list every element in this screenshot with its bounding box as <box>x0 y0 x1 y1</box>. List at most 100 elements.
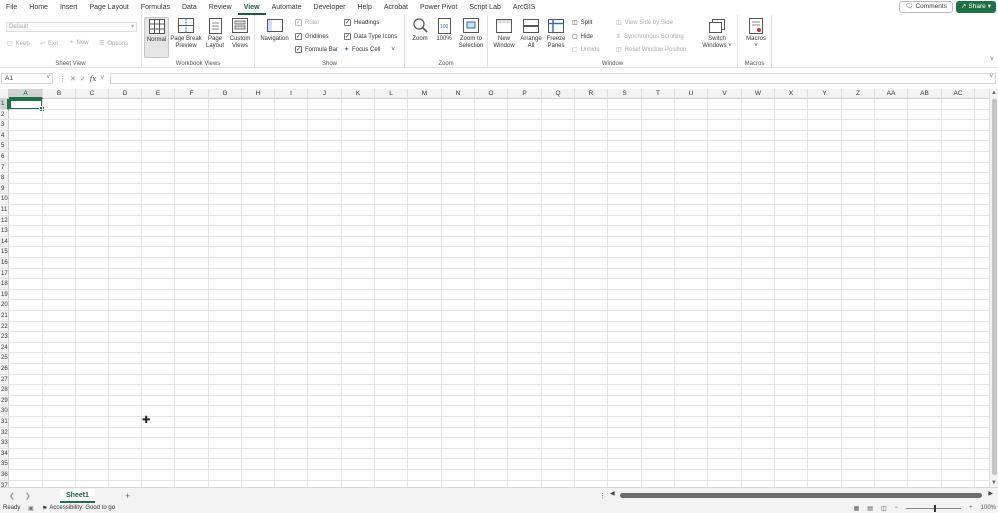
column-header-x[interactable]: X <box>775 89 808 99</box>
switch-windows-button[interactable]: Switch Windows ˅ <box>701 17 733 50</box>
cells-area[interactable] <box>9 99 989 487</box>
column-header-k[interactable]: K <box>342 89 375 99</box>
page-break-preview-button[interactable]: Page Break Preview <box>170 17 202 50</box>
row-header-18[interactable]: 18 <box>0 279 9 290</box>
column-header-a[interactable]: A <box>9 89 43 99</box>
column-header-u[interactable]: U <box>675 89 708 99</box>
menu-item-file[interactable]: File <box>0 0 23 15</box>
column-header-v[interactable]: V <box>708 89 742 99</box>
menu-item-automate[interactable]: Automate <box>266 0 308 15</box>
row-header-15[interactable]: 15 <box>0 247 9 258</box>
freeze-panes-button[interactable]: Freeze Panes <box>544 17 568 50</box>
menu-item-page-layout[interactable]: Page Layout <box>83 0 134 15</box>
column-header-aa[interactable]: AA <box>875 89 908 99</box>
formula-bar-checkbox[interactable]: ✓ Formula Bar <box>295 46 338 53</box>
row-header-36[interactable]: 36 <box>0 470 9 481</box>
accessibility-status[interactable]: ⚑ Accessibility: Good to go <box>42 505 115 512</box>
zoom-in-icon[interactable]: + <box>969 505 973 511</box>
chevron-down-icon[interactable]: ˅ <box>100 75 104 82</box>
focus-cell-button[interactable]: ✦ Focus Cell ˅ <box>344 46 395 54</box>
share-button[interactable]: ↗ Share ▾ <box>955 1 996 13</box>
menu-item-insert[interactable]: Insert <box>54 0 84 15</box>
menu-item-acrobat[interactable]: Acrobat <box>378 0 414 15</box>
column-header-ab[interactable]: AB <box>908 89 942 99</box>
menu-item-developer[interactable]: Developer <box>308 0 352 15</box>
column-header-t[interactable]: T <box>642 89 675 99</box>
menu-item-arcgis[interactable]: ArcGIS <box>507 0 542 15</box>
vertical-scroll-thumb[interactable] <box>992 99 997 475</box>
menu-item-review[interactable]: Review <box>203 0 238 15</box>
menu-item-home[interactable]: Home <box>23 0 54 15</box>
formula-input[interactable]: ˅ <box>110 73 996 84</box>
scroll-left-icon[interactable]: ◀ <box>610 490 615 497</box>
next-sheet-icon[interactable]: ❯ <box>25 492 31 500</box>
column-header-ac[interactable]: AC <box>942 89 975 99</box>
zoom-button[interactable]: Zoom <box>410 17 430 43</box>
scroll-up-icon[interactable]: ▲ <box>991 90 997 96</box>
column-header-h[interactable]: H <box>242 89 275 99</box>
row-header-28[interactable]: 28 <box>0 385 9 396</box>
row-header-30[interactable]: 30 <box>0 406 9 417</box>
scroll-right-icon[interactable]: ▶ <box>988 490 993 497</box>
zoom-slider-knob[interactable] <box>934 504 937 512</box>
collapse-ribbon-icon[interactable]: ˅ <box>990 56 994 63</box>
menu-item-data[interactable]: Data <box>176 0 203 15</box>
column-header-p[interactable]: P <box>508 89 542 99</box>
row-header-25[interactable]: 25 <box>0 353 9 364</box>
row-header-9[interactable]: 9 <box>0 184 9 195</box>
column-header-j[interactable]: J <box>308 89 342 99</box>
row-header-14[interactable]: 14 <box>0 237 9 248</box>
zoom-out-icon[interactable]: − <box>895 505 899 511</box>
row-header-22[interactable]: 22 <box>0 322 9 333</box>
page-layout-button[interactable]: Page Layout <box>204 17 226 50</box>
normal-view-button[interactable]: Normal <box>144 17 169 58</box>
column-header-m[interactable]: M <box>408 89 442 99</box>
sheet-view-dropdown[interactable]: Default ▾ <box>6 22 137 32</box>
zoom-100-button[interactable]: 100 100% <box>434 17 454 43</box>
row-header-35[interactable]: 35 <box>0 459 9 470</box>
navigation-button[interactable]: Navigation <box>258 17 291 43</box>
menu-item-power-pivot[interactable]: Power Pivot <box>414 0 463 15</box>
row-header-26[interactable]: 26 <box>0 364 9 375</box>
page-layout-icon[interactable]: ▤ <box>867 505 873 512</box>
unhide-button[interactable]: ▢ Unhide <box>572 46 600 54</box>
row-header-34[interactable]: 34 <box>0 449 9 460</box>
data-type-icons-checkbox[interactable]: ✓ Data Type Icons <box>344 33 397 40</box>
enter-icon[interactable]: ✓ <box>80 75 86 83</box>
column-header-e[interactable]: E <box>142 89 175 99</box>
vertical-scrollbar[interactable]: ▲ ▼ <box>989 89 998 487</box>
menu-item-formulas[interactable]: Formulas <box>135 0 176 15</box>
column-header-y[interactable]: Y <box>808 89 842 99</box>
row-header-19[interactable]: 19 <box>0 290 9 301</box>
column-header-b[interactable]: B <box>43 89 76 99</box>
sheet-tab-sheet1[interactable]: Sheet1 <box>60 488 95 503</box>
row-header-16[interactable]: 16 <box>0 258 9 269</box>
zoom-level[interactable]: 100% <box>981 505 996 511</box>
row-header-6[interactable]: 6 <box>0 152 9 163</box>
row-header-2[interactable]: 2 <box>0 110 9 121</box>
row-header-27[interactable]: 27 <box>0 375 9 386</box>
column-header-f[interactable]: F <box>175 89 209 99</box>
row-header-20[interactable]: 20 <box>0 300 9 311</box>
synchronous-scrolling-button[interactable]: ⇕ Synchronous Scrolling <box>616 33 684 41</box>
reset-window-position-button[interactable]: ◫ Reset Window Position <box>616 46 686 54</box>
column-header-z[interactable]: Z <box>842 89 875 99</box>
row-header-11[interactable]: 11 <box>0 205 9 216</box>
row-header-21[interactable]: 21 <box>0 311 9 322</box>
page-break-icon[interactable]: ◫ <box>881 505 887 512</box>
view-side-by-side-button[interactable]: ◫ View Side by Side <box>616 19 673 27</box>
expand-formula-bar-icon[interactable]: ˅ <box>989 74 993 80</box>
row-header-4[interactable]: 4 <box>0 131 9 142</box>
gridlines-checkbox[interactable]: ✓ Gridlines <box>295 33 329 40</box>
cancel-icon[interactable]: ✕ <box>70 75 76 83</box>
options-button[interactable]: ☰ Options <box>99 40 128 48</box>
tab-split-handle-icon[interactable]: ⋮ <box>599 492 606 500</box>
row-header-24[interactable]: 24 <box>0 343 9 354</box>
menu-item-help[interactable]: Help <box>351 0 377 15</box>
row-header-33[interactable]: 33 <box>0 438 9 449</box>
keep-button[interactable]: ▢ Keep <box>7 40 30 48</box>
row-header-13[interactable]: 13 <box>0 226 9 237</box>
row-header-1[interactable]: 1 <box>0 99 9 110</box>
hide-button[interactable]: ▢ Hide <box>572 33 593 41</box>
zoom-slider[interactable] <box>906 504 962 512</box>
